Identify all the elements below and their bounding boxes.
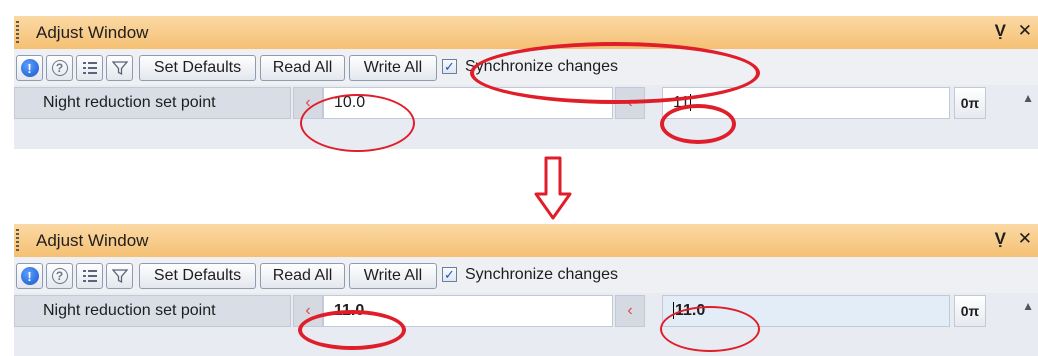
read-all-button[interactable]: Read All	[260, 55, 345, 81]
synchronize-checkbox[interactable]: ✓	[442, 59, 457, 74]
scroll-up-icon[interactable]: ▲	[1022, 91, 1034, 105]
text-caret	[673, 302, 674, 319]
help-button[interactable]: ?	[46, 55, 73, 81]
current-value-field[interactable]: 10.0	[323, 87, 613, 119]
close-icon[interactable]: ✕	[1018, 229, 1032, 249]
parameter-row: Night reduction set point ‹ 10.0 ‹ 11 0π…	[14, 85, 1038, 121]
checkmark-icon: ✓	[444, 58, 455, 74]
close-icon[interactable]: ✕	[1018, 21, 1032, 41]
filter-button[interactable]	[106, 263, 133, 289]
parameter-label: Night reduction set point	[14, 295, 291, 327]
right-arrow-icon[interactable]: ‹	[615, 87, 645, 119]
help-icon: ?	[51, 268, 68, 284]
title-bar[interactable]: Adjust Window Ṿ ✕	[14, 16, 1038, 50]
scroll-up-icon[interactable]: ▲	[1022, 299, 1034, 313]
help-icon: ?	[51, 60, 68, 76]
text-caret	[689, 94, 691, 111]
info-button[interactable]: !	[16, 55, 43, 81]
set-defaults-button[interactable]: Set Defaults	[139, 55, 256, 81]
right-arrow-icon[interactable]: ‹	[615, 295, 645, 327]
info-icon: !	[20, 267, 39, 285]
parameter-label: Night reduction set point	[14, 87, 291, 119]
pin-icon[interactable]: Ṿ	[995, 21, 1006, 41]
list-button[interactable]	[76, 263, 103, 289]
drag-grip-icon[interactable]	[16, 21, 19, 43]
parameter-row: Night reduction set point ‹ 11.0 ‹ 11.0 …	[14, 293, 1038, 329]
help-button[interactable]: ?	[46, 263, 73, 289]
write-all-button[interactable]: Write All	[349, 55, 437, 81]
adjust-window-after: Adjust Window Ṿ ✕ ! ? Set Defaults Read …	[14, 224, 1038, 356]
adjust-window-before: Adjust Window Ṿ ✕ ! ? Set Defaults Read …	[14, 16, 1038, 149]
list-icon	[82, 270, 97, 282]
write-all-button[interactable]: Write All	[349, 263, 437, 289]
new-value-text: 11	[673, 94, 690, 111]
current-value-field[interactable]: 11.0	[323, 295, 613, 327]
key-icon[interactable]: 0π	[954, 295, 986, 327]
filter-icon	[111, 61, 128, 76]
filter-button[interactable]	[106, 55, 133, 81]
toolbar: ! ? Set Defaults Read All Write All ✓ Sy…	[14, 257, 1038, 293]
left-arrow-icon[interactable]: ‹	[293, 87, 323, 119]
list-button[interactable]	[76, 55, 103, 81]
info-button[interactable]: !	[16, 263, 43, 289]
title-bar[interactable]: Adjust Window Ṿ ✕	[14, 224, 1038, 258]
read-all-button[interactable]: Read All	[260, 263, 345, 289]
set-defaults-button[interactable]: Set Defaults	[139, 263, 256, 289]
pin-icon[interactable]: Ṿ	[995, 229, 1006, 249]
drag-grip-icon[interactable]	[16, 229, 19, 251]
new-value-input[interactable]: 11.0	[662, 295, 950, 327]
synchronize-checkbox[interactable]: ✓	[442, 267, 457, 282]
checkmark-icon: ✓	[444, 266, 455, 282]
synchronize-label[interactable]: Synchronize changes	[465, 58, 618, 76]
down-arrow-icon	[534, 156, 572, 220]
list-icon	[82, 62, 97, 74]
toolbar: ! ? Set Defaults Read All Write All ✓ Sy…	[14, 49, 1038, 85]
filter-icon	[111, 269, 128, 284]
left-arrow-icon[interactable]: ‹	[293, 295, 323, 327]
synchronize-label[interactable]: Synchronize changes	[465, 266, 618, 284]
window-title: Adjust Window	[36, 23, 149, 42]
info-icon: !	[20, 59, 39, 77]
new-value-text: 11.0	[675, 302, 706, 319]
window-title: Adjust Window	[36, 231, 149, 250]
new-value-input[interactable]: 11	[662, 87, 950, 119]
key-icon[interactable]: 0π	[954, 87, 986, 119]
